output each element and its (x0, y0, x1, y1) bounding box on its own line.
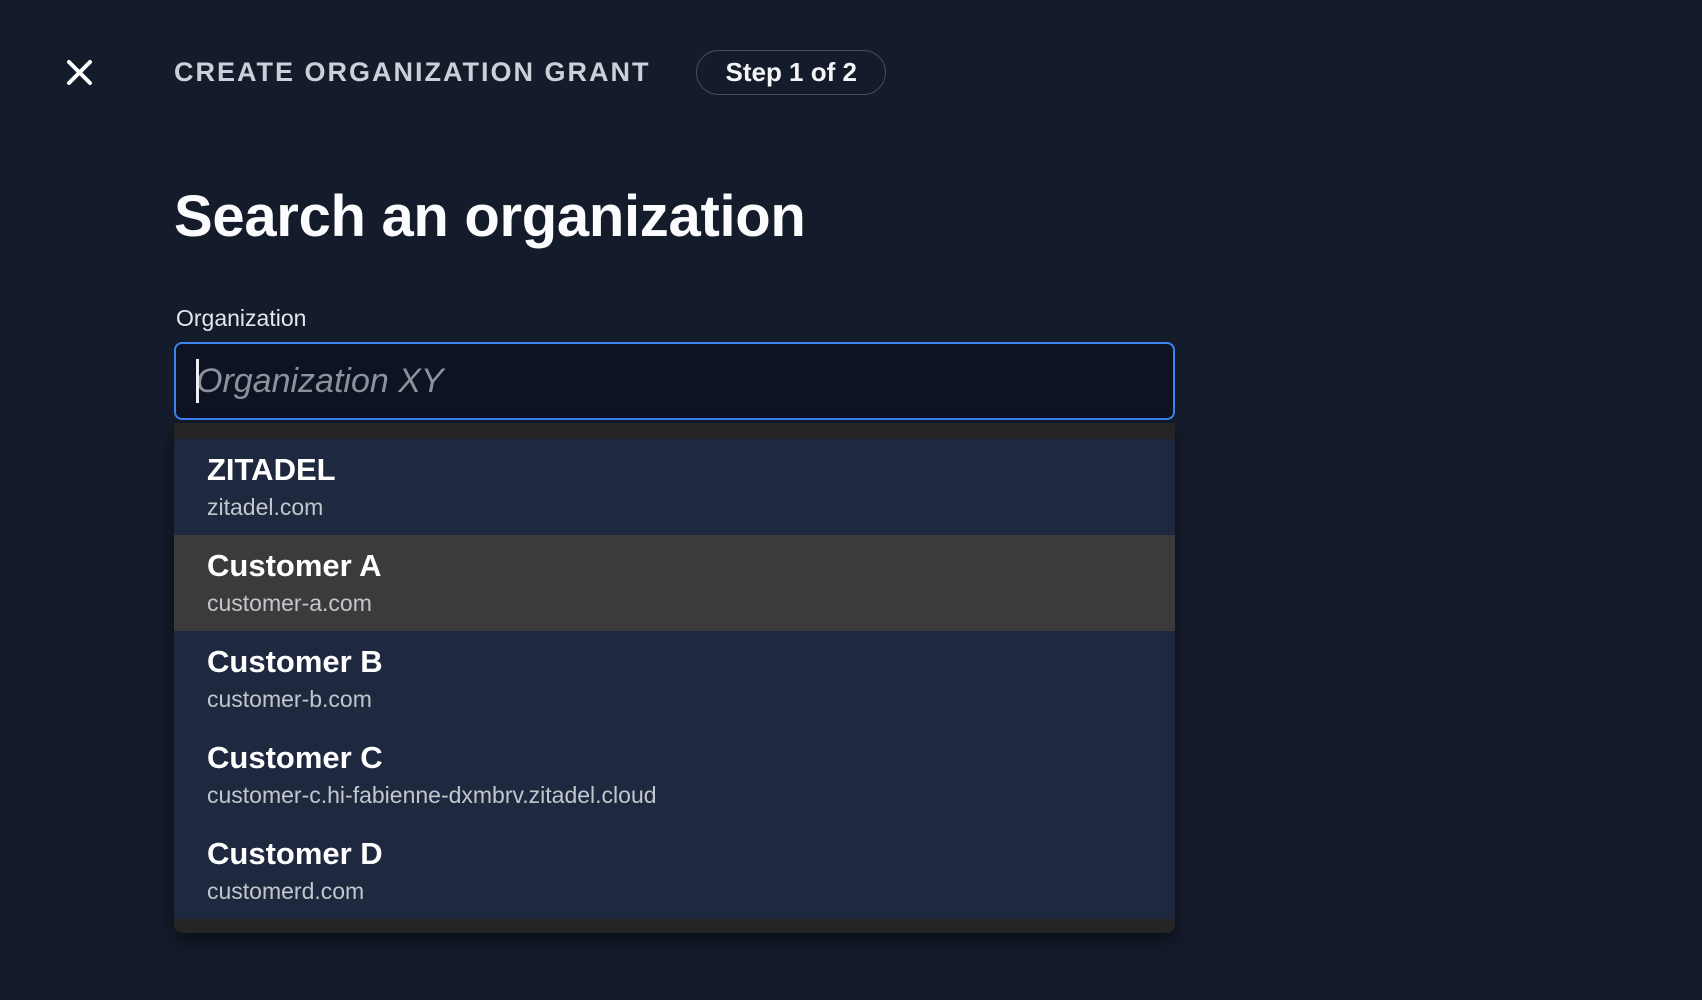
autocomplete-option-customer-b[interactable]: Customer B customer-b.com (174, 631, 1175, 727)
organization-autocomplete-panel: ZITADEL zitadel.com Customer A customer-… (174, 423, 1175, 933)
option-name: Customer D (207, 836, 1151, 872)
organization-input-wrap (174, 342, 1175, 420)
option-name: Customer C (207, 740, 1151, 776)
option-domain: customer-b.com (207, 686, 1151, 714)
option-domain: zitadel.com (207, 494, 1151, 522)
autocomplete-option-zitadel[interactable]: ZITADEL zitadel.com (174, 439, 1175, 535)
autocomplete-option-customer-c[interactable]: Customer C customer-c.hi-fabienne-dxmbrv… (174, 727, 1175, 823)
option-name: Customer A (207, 548, 1151, 584)
option-domain: customer-c.hi-fabienne-dxmbrv.zitadel.cl… (207, 782, 1151, 810)
close-icon (64, 57, 95, 88)
organization-search-input[interactable] (174, 342, 1175, 420)
option-name: Customer B (207, 644, 1151, 680)
option-domain: customer-a.com (207, 590, 1151, 618)
create-org-grant-page: CREATE ORGANIZATION GRANT Step 1 of 2 Se… (0, 0, 1702, 1000)
step-badge: Step 1 of 2 (696, 50, 885, 95)
drawer-header: CREATE ORGANIZATION GRANT Step 1 of 2 (60, 46, 1662, 98)
text-caret (196, 359, 199, 403)
option-domain: customerd.com (207, 878, 1151, 906)
autocomplete-option-customer-d[interactable]: Customer D customerd.com (174, 823, 1175, 919)
search-organization-heading: Search an organization (174, 183, 806, 250)
organization-field-label: Organization (176, 305, 306, 332)
page-title: CREATE ORGANIZATION GRANT (174, 57, 650, 88)
autocomplete-option-customer-a[interactable]: Customer A customer-a.com (174, 535, 1175, 631)
close-button[interactable] (60, 53, 98, 91)
option-name: ZITADEL (207, 452, 1151, 488)
